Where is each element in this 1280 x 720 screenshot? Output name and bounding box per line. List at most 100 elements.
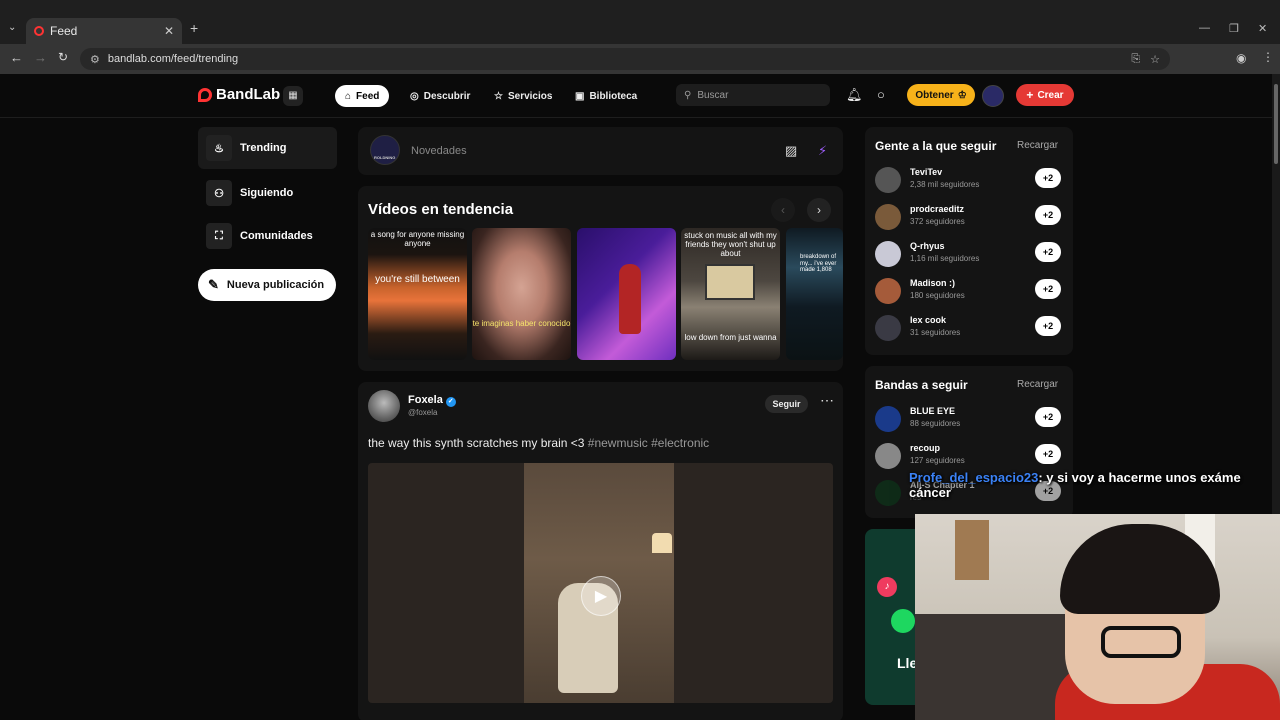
url-field[interactable]: ⚙ bandlab.com/feed/trending ⎘ ☆	[80, 48, 1170, 70]
follow-plus-button[interactable]: +2	[1035, 205, 1061, 225]
nav-biblioteca-label: Biblioteca	[589, 90, 638, 102]
site-info-icon[interactable]: ⚙	[90, 53, 100, 66]
more-options-icon[interactable]: ⋯	[820, 392, 834, 409]
search-input[interactable]: ⚲ Buscar	[676, 84, 830, 106]
new-tab-button[interactable]: +	[190, 20, 198, 36]
band-name[interactable]: BLUE EYE	[910, 406, 955, 416]
person-name[interactable]: lex cook	[910, 315, 946, 325]
tab-close-icon[interactable]: ✕	[164, 24, 174, 38]
profile-icon[interactable]: ◉	[1236, 51, 1246, 65]
video-person-figure	[619, 264, 641, 334]
person-item[interactable]: Madison :) 180 seguidores +2	[875, 276, 1065, 306]
person-name[interactable]: Q-rhyus	[910, 241, 945, 251]
person-avatar[interactable]	[875, 204, 901, 230]
tab-list-chevron-icon[interactable]: ⌄	[8, 22, 16, 33]
person-name[interactable]: TeviTev	[910, 167, 942, 177]
video-caption-mid: low down from just wanna	[684, 333, 777, 342]
post-author-avatar[interactable]	[368, 390, 400, 422]
person-item[interactable]: TeviTev 2,38 mil seguidores +2	[875, 165, 1065, 195]
spotify-icon	[891, 609, 915, 633]
play-icon[interactable]: ▶	[581, 576, 621, 616]
post-tags[interactable]: #newmusic #electronic	[588, 436, 709, 450]
people-reload-link[interactable]: Recargar	[1017, 140, 1058, 151]
person-avatar[interactable]	[875, 241, 901, 267]
compose-input[interactable]: Novedades	[411, 145, 467, 157]
band-avatar[interactable]	[875, 480, 901, 506]
bands-reload-link[interactable]: Recargar	[1017, 379, 1058, 390]
promo-card[interactable]: ♪ Lle	[865, 529, 915, 705]
sidebar-item-trending[interactable]: ♨ Trending	[198, 127, 337, 169]
person-name[interactable]: prodcraeditz	[910, 204, 964, 214]
follow-plus-button[interactable]: +2	[1035, 407, 1061, 427]
crear-button[interactable]: + Crear	[1016, 84, 1074, 106]
video-thumb-2[interactable]: te imaginas haber conocido	[472, 228, 571, 360]
reload-icon[interactable]: ↻	[58, 50, 68, 64]
person-item[interactable]: lex cook 31 seguidores +2	[875, 313, 1065, 343]
flame-icon: ♨	[206, 135, 232, 161]
sidebar-item-label: Comunidades	[240, 230, 313, 242]
follow-plus-button[interactable]: +2	[1035, 279, 1061, 299]
follow-plus-button[interactable]: +2	[1035, 168, 1061, 188]
post-video[interactable]: ▶	[368, 463, 833, 703]
person-avatar[interactable]	[875, 315, 901, 341]
next-arrow-button[interactable]: ›	[807, 198, 831, 222]
image-icon[interactable]: ▨	[785, 143, 797, 159]
video-thumb-3[interactable]	[577, 228, 676, 360]
nav-servicios-label: Servicios	[507, 90, 553, 102]
band-avatar[interactable]	[875, 406, 901, 432]
nav-descubrir[interactable]: ◎ Descubrir	[400, 85, 480, 107]
obtener-button[interactable]: Obtener ♔	[907, 84, 975, 106]
person-avatar[interactable]	[875, 167, 901, 193]
video-thumb-4[interactable]: stuck on music all with my friends they …	[681, 228, 780, 360]
person-followers: 372 seguidores	[910, 217, 965, 226]
nav-servicios[interactable]: ☆ Servicios	[484, 85, 562, 107]
new-post-button[interactable]: ✎ Nueva publicación	[198, 269, 336, 301]
person-item[interactable]: Q-rhyus 1,16 mil seguidores +2	[875, 239, 1065, 269]
apps-grid-icon[interactable]: ▦	[283, 86, 303, 106]
bell-icon[interactable]: 🔔︎	[846, 87, 863, 103]
compose-card: ROLDNING Novedades ▨ ⚡︎	[358, 127, 843, 175]
person-avatar[interactable]	[875, 278, 901, 304]
tab-title: Feed	[50, 24, 78, 38]
scrollbar-thumb[interactable]	[1274, 84, 1278, 164]
band-item[interactable]: recoup 127 seguidores +2	[875, 441, 1065, 471]
video-thumb-1[interactable]: a song for anyone missing anyone you're …	[368, 228, 467, 360]
nav-feed[interactable]: ⌂ Feed	[335, 85, 390, 107]
follow-button[interactable]: Seguir	[765, 395, 808, 413]
sidebar-item-siguiendo[interactable]: ⚇ Siguiendo	[198, 172, 337, 214]
webcam-overlay	[915, 514, 1280, 720]
close-window-icon[interactable]: ✕	[1258, 22, 1267, 35]
browser-tab[interactable]: Feed ✕	[26, 18, 182, 44]
band-avatar[interactable]	[875, 443, 901, 469]
browser-menu-icon[interactable]: ⋮	[1262, 50, 1274, 64]
sidebar-item-comunidades[interactable]: ⛶ Comunidades	[198, 215, 337, 257]
prev-arrow-button[interactable]: ‹	[771, 198, 795, 222]
chat-icon[interactable]: ○	[877, 87, 885, 102]
promo-text: Lle	[897, 655, 915, 671]
post-author-name[interactable]: Foxela ✓	[408, 394, 456, 407]
bandlab-logo[interactable]: BandLab	[198, 86, 280, 103]
bookmark-star-icon[interactable]: ☆	[1150, 53, 1160, 66]
band-name[interactable]: recoup	[910, 443, 940, 453]
url-text: bandlab.com/feed/trending	[107, 53, 239, 65]
band-item[interactable]: BLUE EYE 88 seguidores +2	[875, 404, 1065, 434]
person-name[interactable]: Madison :)	[910, 278, 955, 288]
webcam-glasses	[1101, 626, 1181, 658]
nav-biblioteca[interactable]: ▣ Biblioteca	[565, 85, 647, 107]
follow-plus-button[interactable]: +2	[1035, 444, 1061, 464]
person-item[interactable]: prodcraeditz 372 seguidores +2	[875, 202, 1065, 232]
video-laptop-screen	[705, 264, 755, 300]
home-icon: ⌂	[345, 90, 352, 102]
maximize-icon[interactable]: ❐	[1229, 22, 1239, 35]
user-avatar[interactable]	[982, 85, 1004, 107]
minimize-icon[interactable]: —	[1199, 22, 1210, 34]
video-thumb-5[interactable]: breakdown of my... i've ever made 1,808	[786, 228, 843, 360]
sidebar-item-label: Trending	[240, 142, 287, 154]
install-icon[interactable]: ⎘	[1131, 53, 1140, 66]
search-placeholder: Buscar	[697, 89, 729, 101]
follow-plus-button[interactable]: +2	[1035, 242, 1061, 262]
forward-icon[interactable]: →	[34, 50, 47, 65]
back-icon[interactable]: ←	[10, 50, 23, 65]
follow-plus-button[interactable]: +2	[1035, 316, 1061, 336]
lightning-icon[interactable]: ⚡︎	[818, 143, 827, 159]
